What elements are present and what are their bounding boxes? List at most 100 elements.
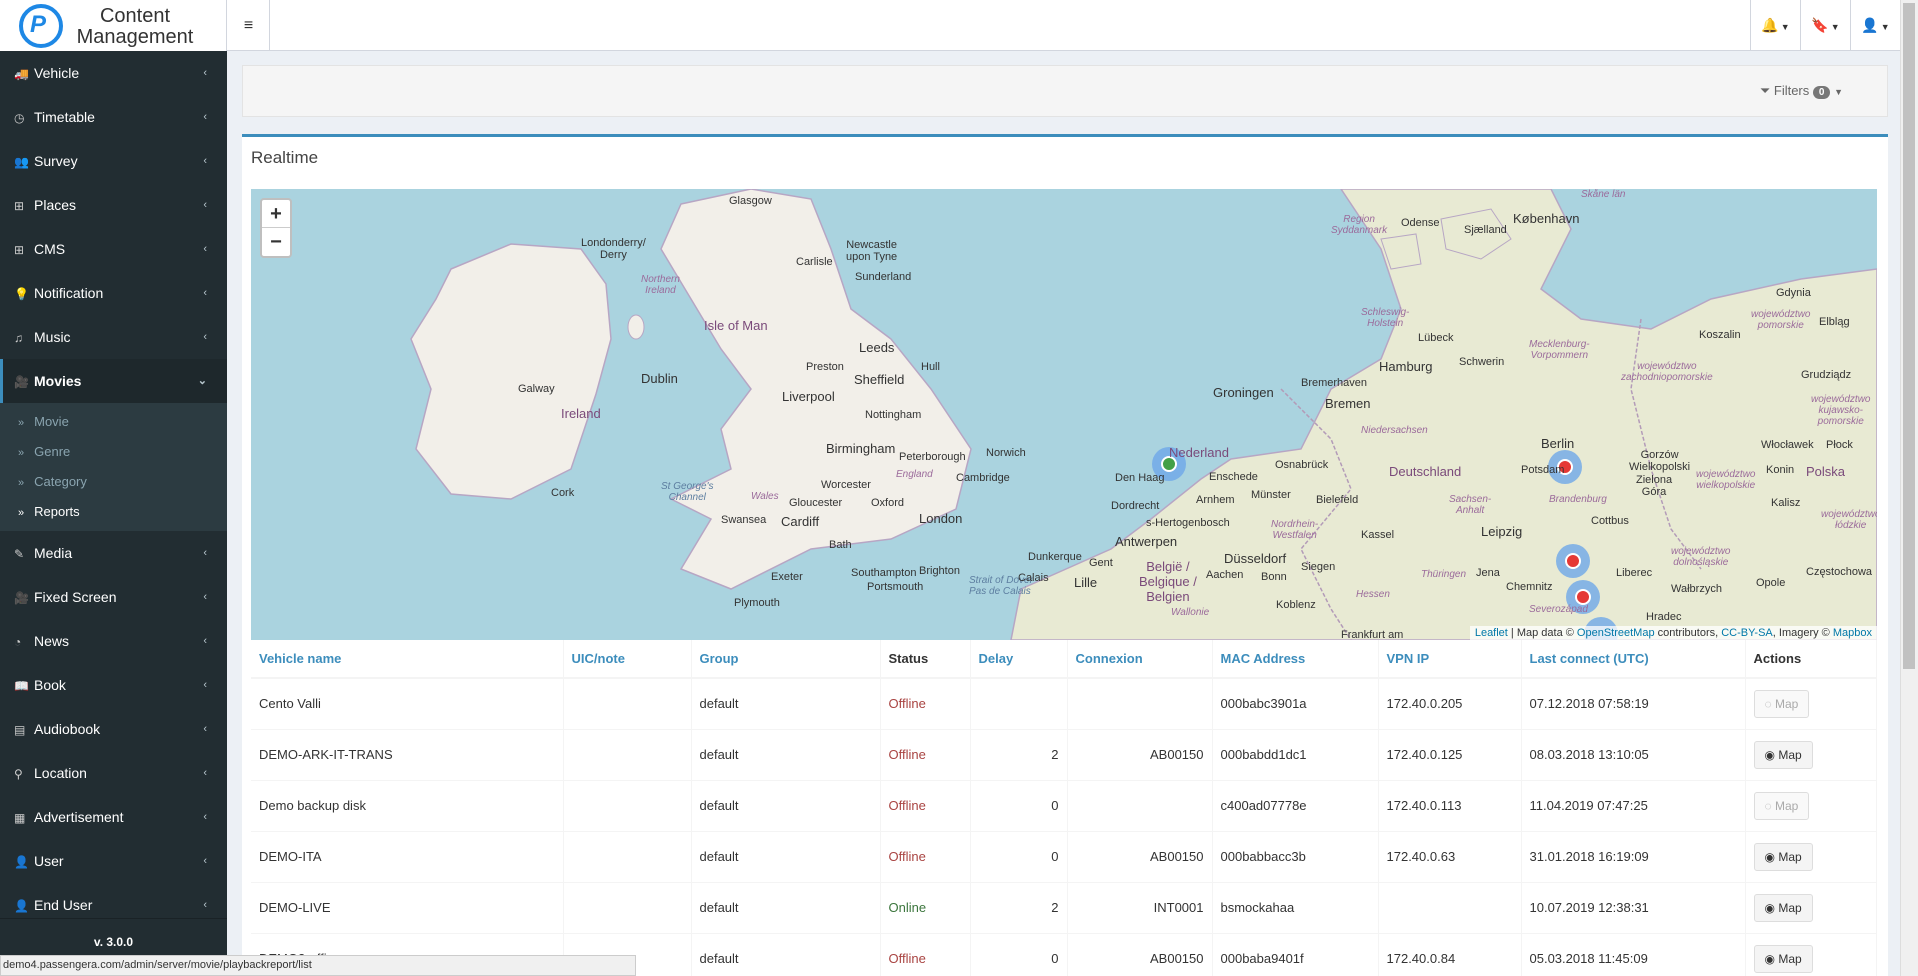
cell-vehicle-name: DEMO-ITA <box>251 830 564 882</box>
sidebar-item-timetable[interactable]: ◷ Timetable ‹ <box>0 95 227 139</box>
sidebar-item-media[interactable]: ✎ Media ‹ <box>0 531 227 575</box>
map-label: Berlin <box>1541 436 1575 451</box>
map-label: Brighton <box>919 565 960 577</box>
bookmark-icon[interactable]: 🔖 ▼ <box>1800 0 1850 51</box>
map-label: Birmingham <box>826 441 896 456</box>
map-label: Gdynia <box>1776 287 1811 299</box>
dashboard-icon: ▦ <box>14 811 26 825</box>
map-label: Severozápad <box>1529 604 1588 615</box>
column-header-delay[interactable]: Delay <box>970 640 1068 679</box>
map-label: Glasgow <box>729 195 772 207</box>
license-link[interactable]: CC-BY-SA <box>1721 627 1773 639</box>
map-label: Sjælland <box>1464 224 1507 236</box>
column-header-connexion[interactable]: Connexion <box>1067 640 1213 679</box>
map-label: Koblenz <box>1276 599 1316 611</box>
chevron-left-icon: ‹ <box>203 591 207 603</box>
movies-submenu: » Movie » Genre » Category » Reports <box>0 403 227 531</box>
chevron-left-icon: ‹ <box>203 767 207 779</box>
column-header-group[interactable]: Group <box>691 640 881 679</box>
map-label: Region Syddanmark <box>1331 214 1388 236</box>
column-header-mac[interactable]: MAC Address <box>1212 640 1379 679</box>
map-label: Antwerpen <box>1115 534 1178 549</box>
chevron-left-icon: ‹ <box>203 67 207 79</box>
cell-actions: ◉ Map <box>1745 881 1877 933</box>
sidebar-item-places[interactable]: ⊞ Places ‹ <box>0 183 227 227</box>
hamburger-icon[interactable]: ≡ <box>228 0 270 51</box>
sidebar-item-notification[interactable]: 💡 Notification ‹ <box>0 271 227 315</box>
sidebar-item-audiobook[interactable]: ▤ Audiobook ‹ <box>0 707 227 751</box>
map-label: Dordrecht <box>1111 500 1160 512</box>
osm-link[interactable]: OpenStreetMap <box>1577 627 1655 639</box>
leaflet-link[interactable]: Leaflet <box>1475 627 1508 639</box>
map-label: Peterborough <box>899 451 966 463</box>
user-icon[interactable]: 👤 ▼ <box>1850 0 1900 51</box>
page-scrollbar[interactable] <box>1900 0 1918 976</box>
sidebar-item-user[interactable]: 👤 User ‹ <box>0 839 227 883</box>
cell-vpn-ip: 172.40.0.205 <box>1378 677 1522 729</box>
cell-last-connect: 31.01.2018 16:19:09 <box>1521 830 1746 882</box>
cell-actions: ◉ Map <box>1745 728 1877 780</box>
map-label: Carlisle <box>796 256 833 268</box>
zoom-out-button[interactable]: − <box>262 228 290 256</box>
sidebar-item-music[interactable]: ♫ Music ‹ <box>0 315 227 359</box>
map-button[interactable]: ◉ Map <box>1753 893 1813 922</box>
chevron-left-icon: ‹ <box>203 111 207 123</box>
map-label: województwo zachodniopomorskie <box>1621 361 1713 383</box>
cell-last-connect: 10.07.2019 12:38:31 <box>1521 881 1746 933</box>
submenu-item-reports[interactable]: » Reports <box>0 497 227 527</box>
map-label: Leeds <box>859 340 895 355</box>
sidebar-item-movies[interactable]: 🎥 Movies ⌄ <box>0 359 227 403</box>
map-label: Kalisz <box>1771 497 1801 509</box>
cell-vehicle-name: DEMO-LIVE <box>251 881 564 933</box>
submenu-item-genre[interactable]: » Genre <box>0 437 227 467</box>
file-icon: ▤ <box>14 723 26 737</box>
sidebar-item-fixed-screen[interactable]: 🎥 Fixed Screen ‹ <box>0 575 227 619</box>
logo[interactable]: P Content Management <box>0 0 227 51</box>
cell-status: Online <box>880 881 971 933</box>
column-header-uic[interactable]: UIC/note <box>563 640 692 679</box>
map-label: Groningen <box>1213 385 1274 400</box>
map-label: Dublin <box>641 371 678 386</box>
submenu-item-category[interactable]: » Category <box>0 467 227 497</box>
sidebar-item-news[interactable]: ◔ News ‹ <box>0 619 227 663</box>
cell-mac: 000baba9401f <box>1212 932 1379 976</box>
filters-button[interactable]: ⏷ Filters 0 ▼ <box>1760 83 1843 99</box>
sidebar-item-book[interactable]: 📖 Book ‹ <box>0 663 227 707</box>
map-label: Liverpool <box>782 389 835 404</box>
marker-offline <box>1565 553 1581 569</box>
map-button[interactable]: ◉ Map <box>1753 944 1813 973</box>
sidebar-item-survey[interactable]: 👥 Survey ‹ <box>0 139 227 183</box>
map-label: Düsseldorf <box>1224 551 1287 566</box>
map-label: Galway <box>518 383 555 395</box>
zoom-in-button[interactable]: + <box>262 200 290 228</box>
sidebar-item-vehicle[interactable]: 🚚 Vehicle ‹ <box>0 51 227 95</box>
chevron-down-icon: ⌄ <box>197 375 207 387</box>
map-label: Elbląg <box>1819 316 1850 328</box>
divider <box>0 918 227 919</box>
scrollbar-thumb[interactable] <box>1903 3 1915 669</box>
user-icon: 👤 <box>14 855 29 869</box>
map-label: Schleswig- Holstein <box>1361 307 1410 329</box>
submenu-item-movie[interactable]: » Movie <box>0 407 227 437</box>
sidebar-item-cms[interactable]: ⊞ CMS ‹ <box>0 227 227 271</box>
map-button[interactable]: ◉ Map <box>1753 740 1813 769</box>
eye-icon: ◉ <box>1764 951 1775 966</box>
bell-icon[interactable]: 🔔 ▼ <box>1750 0 1800 51</box>
column-header-vehicle-name[interactable]: Vehicle name <box>251 640 564 679</box>
map[interactable]: Glasgow Londonderry/ Derry Northern Irel… <box>251 189 1877 640</box>
map-label: województwo pomorskie <box>1751 309 1811 331</box>
map-label: Jena <box>1476 567 1500 579</box>
map-label: Southampton <box>851 567 917 579</box>
sidebar-item-advertisement[interactable]: ▦ Advertisement ‹ <box>0 795 227 839</box>
map-button[interactable]: ◉ Map <box>1753 842 1813 871</box>
map-label: Frankfurt am <box>1341 629 1404 640</box>
browser-status-bar: demo4.passengera.com/admin/server/movie/… <box>0 955 636 976</box>
map-label: Opole <box>1756 577 1786 589</box>
cell-uic <box>563 779 692 831</box>
mapbox-link[interactable]: Mapbox <box>1833 627 1872 639</box>
sidebar-item-end-user[interactable]: 👤 End User ‹ <box>0 883 227 927</box>
column-header-vpn-ip[interactable]: VPN IP <box>1378 640 1522 679</box>
column-header-last-connect[interactable]: Last connect (UTC) <box>1521 640 1746 679</box>
map-label: Siegen <box>1301 561 1336 573</box>
sidebar-item-location[interactable]: ⚲ Location ‹ <box>0 751 227 795</box>
